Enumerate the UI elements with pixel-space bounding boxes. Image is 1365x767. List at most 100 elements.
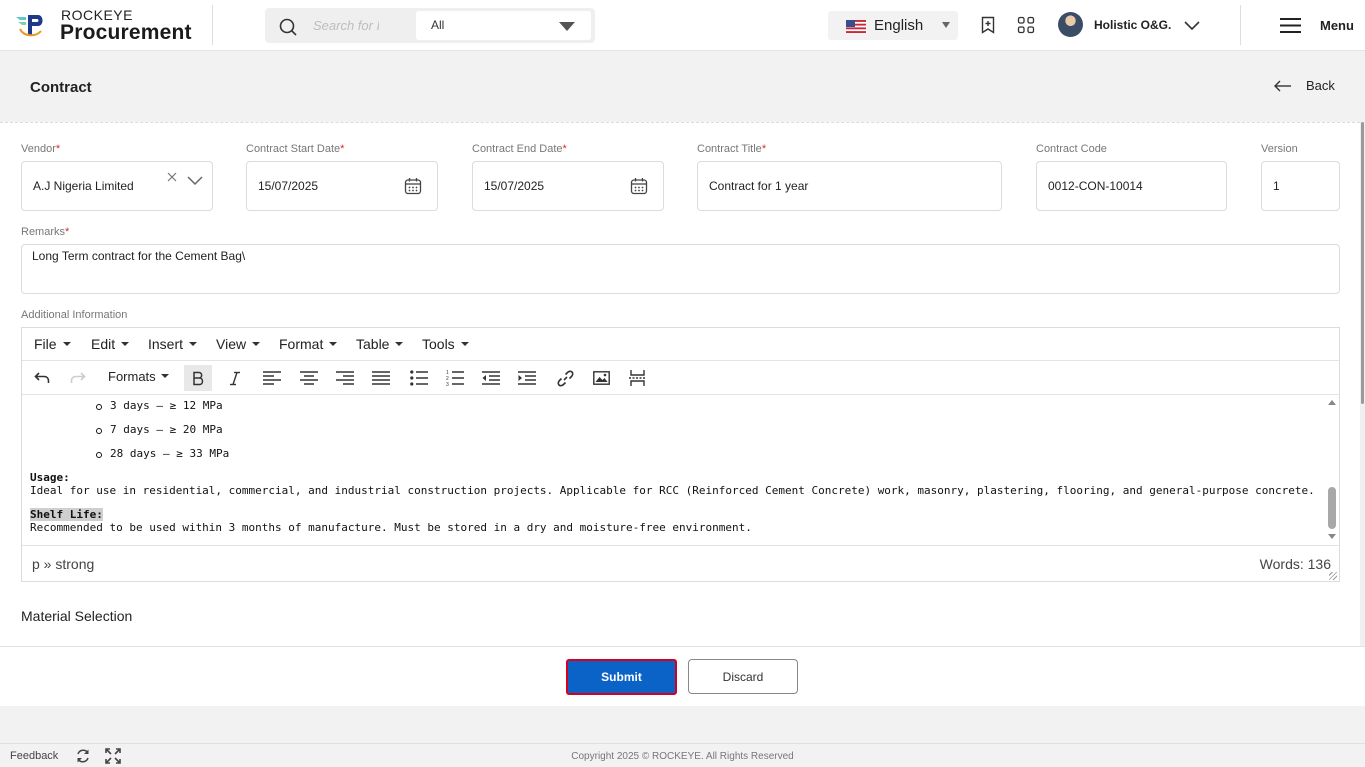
bold-icon[interactable]	[184, 365, 212, 391]
outdent-icon[interactable]	[477, 365, 505, 391]
end-date-label: Contract End Date*	[472, 143, 567, 155]
svg-text:3: 3	[446, 382, 449, 386]
bookmark-icon[interactable]	[979, 16, 997, 34]
calendar-icon[interactable]	[630, 177, 648, 195]
strength-bullet-3-days: 3 days – ≥ 12 MPa	[96, 399, 223, 412]
indent-icon[interactable]	[513, 365, 541, 391]
usage-text: Ideal for use in residential, commercial…	[30, 484, 1315, 497]
header-divider	[1240, 5, 1241, 45]
page-footer: Feedback Copyright 2025 © ROCKEYE. All R…	[0, 743, 1365, 767]
numbered-list-icon[interactable]: 123	[441, 365, 469, 391]
remarks-label: Remarks*	[21, 226, 70, 238]
page-break-icon[interactable]	[623, 365, 651, 391]
align-left-icon[interactable]	[258, 365, 286, 391]
strength-bullet-28-days: 28 days – ≥ 33 MPa	[95, 447, 230, 460]
page-scrollbar-thumb[interactable]	[1361, 122, 1364, 404]
contract-code-input[interactable]: 0012-CON-10014	[1036, 161, 1227, 211]
search-input[interactable]	[313, 14, 379, 36]
rockeye-logo-icon[interactable]	[14, 11, 46, 39]
global-search: All	[265, 8, 595, 43]
undo-icon[interactable]	[28, 365, 56, 391]
shelf-life-heading: Shelf Life:	[30, 508, 103, 521]
user-name[interactable]: Holistic O&G.	[1094, 18, 1171, 32]
language-label: English	[874, 17, 924, 34]
remarks-textarea[interactable]: Long Term contract for the Cement Bag\	[21, 244, 1340, 294]
contract-form-card: Vendor* A.J Nigeria Limited Contract Sta…	[0, 122, 1360, 646]
hamburger-icon[interactable]	[1280, 17, 1302, 34]
chevron-down-icon[interactable]	[1183, 18, 1201, 32]
caret-down-icon	[942, 22, 950, 28]
italic-icon[interactable]	[221, 365, 249, 391]
menu-format[interactable]: Format	[279, 336, 337, 352]
start-date-value: 15/07/2025	[258, 179, 319, 193]
link-icon[interactable]	[551, 365, 579, 391]
version-value: 1	[1273, 179, 1280, 193]
menu-label[interactable]: Menu	[1320, 18, 1354, 33]
chevron-down-icon	[559, 22, 575, 31]
editor-scrollbar-thumb[interactable]	[1328, 487, 1336, 529]
brand-product-name: Procurement	[60, 21, 192, 44]
start-date-label: Contract Start Date*	[246, 143, 345, 155]
submit-button[interactable]: Submit	[566, 659, 677, 695]
arrow-left-icon	[1274, 80, 1291, 92]
contract-title-label: Contract Title*	[697, 143, 767, 155]
editor-statusbar: p » strong Words: 136	[22, 545, 1339, 582]
version-label: Version	[1261, 143, 1298, 155]
contract-title-input[interactable]: Contract for 1 year	[697, 161, 1002, 211]
page-title: Contract	[30, 79, 92, 96]
editor-menubar: File Edit Insert View Format Table Tools	[22, 328, 1339, 361]
material-selection-heading: Material Selection	[21, 608, 133, 624]
menu-edit[interactable]: Edit	[91, 336, 129, 352]
end-date-input[interactable]: 15/07/2025	[472, 161, 664, 211]
vendor-value: A.J Nigeria Limited	[33, 179, 134, 193]
version-input[interactable]: 1	[1261, 161, 1340, 211]
us-flag-icon	[846, 20, 866, 33]
contract-code-value: 0012-CON-10014	[1048, 179, 1143, 193]
menu-insert[interactable]: Insert	[148, 336, 197, 352]
shelf-life-text: Recommended to be used within 3 months o…	[30, 521, 752, 534]
menu-tools[interactable]: Tools	[422, 336, 469, 352]
menu-view[interactable]: View	[216, 336, 260, 352]
copyright-text: Copyright 2025 © ROCKEYE. All Rights Res…	[571, 751, 794, 762]
remarks-value: Long Term contract for the Cement Bag\	[32, 249, 246, 263]
start-date-input[interactable]: 15/07/2025	[246, 161, 438, 211]
strength-bullet-7-days: 7 days – ≥ 20 MPa	[96, 423, 223, 436]
calendar-icon[interactable]	[404, 177, 422, 195]
search-icon[interactable]	[278, 17, 298, 37]
contract-code-label: Contract Code	[1036, 143, 1107, 155]
top-navigation-bar: ROCKEYE Procurement All English	[0, 0, 1365, 51]
contract-title-value: Contract for 1 year	[709, 179, 809, 193]
editor-scroll-up-icon[interactable]	[1328, 400, 1336, 405]
align-right-icon[interactable]	[331, 365, 359, 391]
align-justify-icon[interactable]	[367, 365, 395, 391]
discard-button[interactable]: Discard	[688, 659, 798, 694]
chevron-down-icon[interactable]	[186, 174, 204, 186]
redo-icon[interactable]	[64, 365, 92, 391]
usage-heading: Usage:	[30, 471, 70, 484]
vendor-select[interactable]: A.J Nigeria Limited	[21, 161, 213, 211]
clear-icon[interactable]	[166, 171, 178, 183]
editor-toolbar: Formats 123	[22, 361, 1339, 395]
search-scope-select[interactable]: All	[416, 11, 591, 40]
search-scope-value: All	[431, 18, 445, 32]
additional-info-label: Additional Information	[21, 309, 128, 321]
bullet-list-icon[interactable]	[405, 365, 433, 391]
language-selector[interactable]: English	[828, 11, 958, 40]
editor-content-area[interactable]: 3 days – ≥ 12 MPa 7 days – ≥ 20 MPa 28 d…	[22, 395, 1339, 545]
back-label: Back	[1306, 78, 1335, 93]
header-divider	[212, 5, 213, 45]
form-action-bar: Submit Discard	[0, 646, 1365, 706]
rich-text-editor: File Edit Insert View Format Table Tools…	[21, 327, 1340, 582]
menu-table[interactable]: Table	[356, 336, 403, 352]
resize-handle-icon[interactable]	[1329, 572, 1337, 580]
element-path[interactable]: p » strong	[32, 556, 94, 572]
word-count: Words: 136	[1259, 556, 1331, 572]
menu-file[interactable]: File	[34, 336, 71, 352]
user-avatar[interactable]	[1058, 12, 1083, 37]
editor-scroll-down-icon[interactable]	[1328, 534, 1336, 539]
formats-dropdown[interactable]: Formats	[108, 369, 169, 384]
end-date-value: 15/07/2025	[484, 179, 545, 193]
apps-grid-icon[interactable]	[1017, 16, 1035, 34]
image-icon[interactable]	[587, 365, 615, 391]
align-center-icon[interactable]	[295, 365, 323, 391]
